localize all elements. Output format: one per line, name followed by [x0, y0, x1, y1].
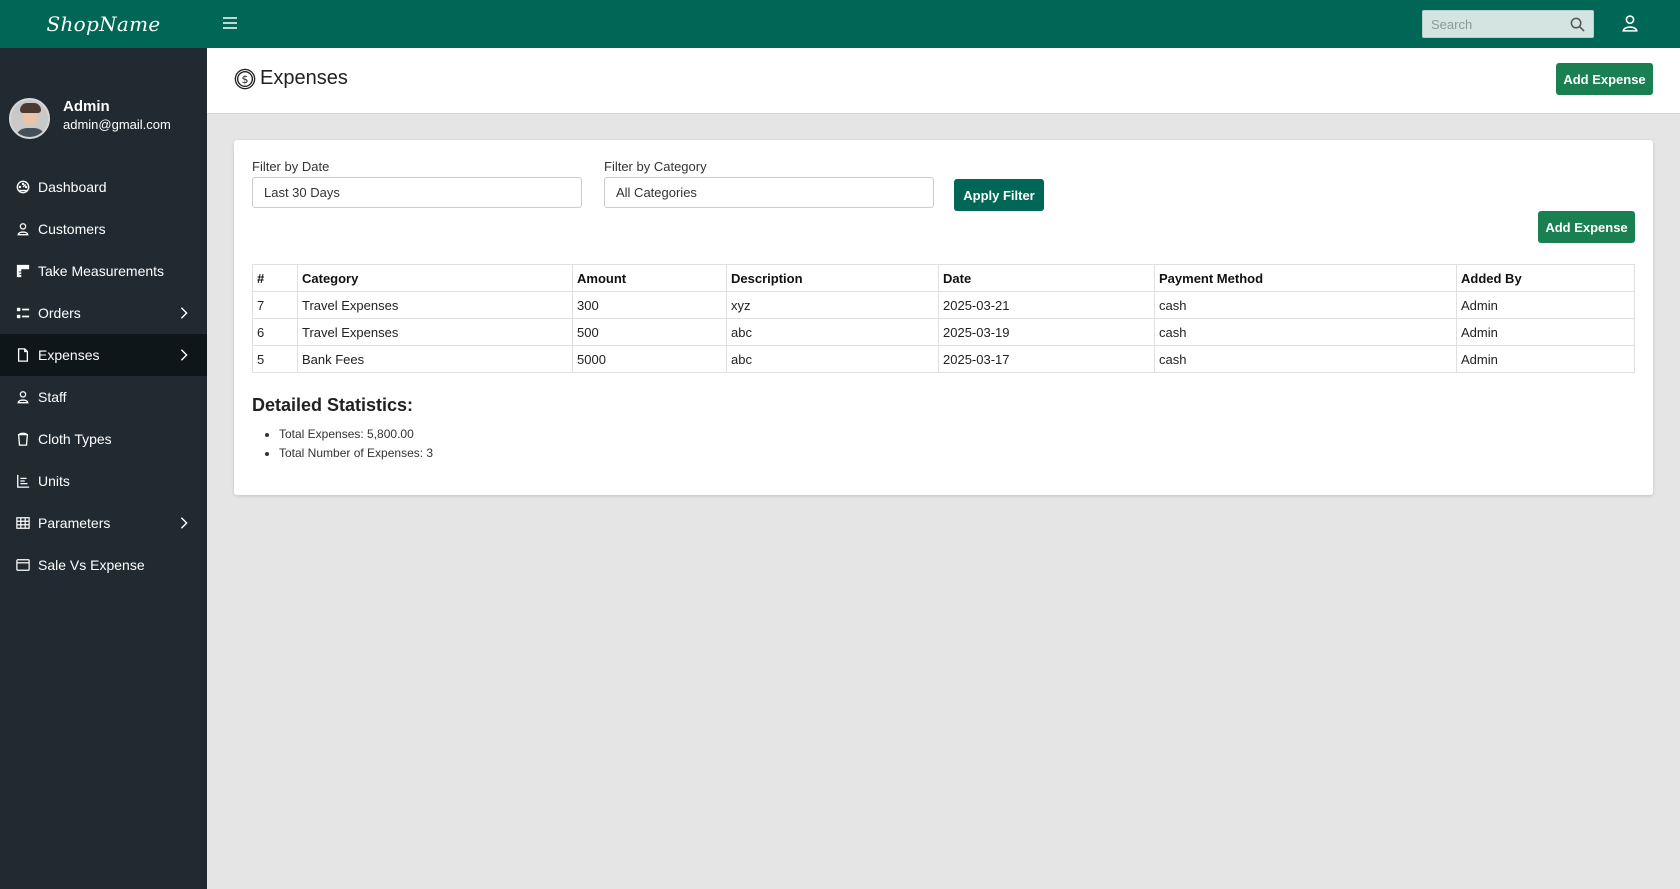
- sidebar-item-units[interactable]: Units: [0, 460, 207, 502]
- topbar: [207, 0, 1680, 48]
- table-cell: cash: [1154, 318, 1457, 346]
- table-cell: xyz: [726, 291, 939, 319]
- profile-name: Admin: [63, 98, 110, 115]
- sidebar-nav: Dashboard Customers Take Measurements Or…: [0, 166, 207, 586]
- hierarchy-icon: [15, 474, 30, 489]
- hamburger-menu-icon[interactable]: [222, 15, 238, 31]
- filter-date-select[interactable]: Last 30 Days: [252, 177, 582, 208]
- header-add-expense-button[interactable]: Add Expense: [1556, 63, 1653, 95]
- table-cell: Admin: [1456, 345, 1635, 373]
- sidebar-item-label: Customers: [38, 221, 106, 237]
- dollar-circle-icon: $: [234, 68, 256, 89]
- sidebar-item-expenses[interactable]: Expenses: [0, 334, 207, 376]
- user-account-icon[interactable]: [1621, 14, 1639, 32]
- search-box: [1422, 10, 1594, 38]
- column-header[interactable]: Category: [297, 264, 573, 292]
- table-cell: 6: [252, 318, 298, 346]
- sidebar-item-label: Expenses: [38, 347, 100, 363]
- table-cell: Bank Fees: [297, 345, 573, 373]
- sidebar-item-sale-vs-expense[interactable]: Sale Vs Expense: [0, 544, 207, 586]
- table-cell: 7: [252, 291, 298, 319]
- search-icon[interactable]: [1570, 17, 1585, 32]
- filter-date-label: Filter by Date: [252, 159, 330, 174]
- filter-category-label: Filter by Category: [604, 159, 707, 174]
- table-row[interactable]: 5 Bank Fees 5000 abc 2025-03-17 cash Adm…: [252, 345, 1635, 373]
- sidebar-item-label: Staff: [38, 389, 67, 405]
- table-cell: abc: [726, 318, 939, 346]
- column-header[interactable]: Payment Method: [1154, 264, 1457, 292]
- apply-filter-button[interactable]: Apply Filter: [954, 179, 1044, 211]
- filter-category-select[interactable]: All Categories: [604, 177, 934, 208]
- column-header[interactable]: Date: [938, 264, 1155, 292]
- statistics-heading: Detailed Statistics:: [252, 395, 414, 415]
- expenses-table: # Category Amount Description Date Payme…: [252, 264, 1635, 373]
- table-cell: Admin: [1456, 318, 1635, 346]
- table-row[interactable]: 6 Travel Expenses 500 abc 2025-03-19 cas…: [252, 318, 1635, 346]
- chevron-right-icon: [180, 349, 188, 361]
- page-header: $ Expenses Add Expense: [207, 48, 1680, 114]
- sidebar-item-label: Sale Vs Expense: [38, 557, 145, 573]
- chevron-right-icon: [180, 517, 188, 529]
- sidebar-item-label: Units: [38, 473, 70, 489]
- page-title: $ Expenses: [234, 67, 348, 90]
- sidebar-item-take-measurements[interactable]: Take Measurements: [0, 250, 207, 292]
- table-cell: Admin: [1456, 291, 1635, 319]
- table-cell: 2025-03-17: [938, 345, 1155, 373]
- table-cell: abc: [726, 345, 939, 373]
- column-header[interactable]: Description: [726, 264, 939, 292]
- dashboard-icon: [15, 180, 30, 195]
- profile-email: admin@gmail.com: [63, 117, 171, 132]
- sidebar-item-label: Cloth Types: [38, 431, 112, 447]
- table-row[interactable]: 7 Travel Expenses 300 xyz 2025-03-21 cas…: [252, 291, 1635, 319]
- sidebar-item-staff[interactable]: Staff: [0, 376, 207, 418]
- statistics-list: Total Expenses: 5,800.00 Total Number of…: [279, 425, 433, 463]
- person-icon: [15, 222, 30, 237]
- ruler-icon: [15, 264, 30, 279]
- add-expense-button[interactable]: Add Expense: [1538, 211, 1635, 243]
- table-icon: [15, 516, 30, 531]
- chevron-right-icon: [180, 307, 188, 319]
- person-icon: [15, 390, 30, 405]
- brand-logo[interactable]: ShopName: [0, 0, 207, 48]
- sidebar-item-dashboard[interactable]: Dashboard: [0, 166, 207, 208]
- sidebar-item-label: Dashboard: [38, 179, 107, 195]
- sidebar-item-label: Parameters: [38, 515, 111, 531]
- sidebar-item-orders[interactable]: Orders: [0, 292, 207, 334]
- column-header[interactable]: Added By: [1456, 264, 1635, 292]
- sidebar-item-customers[interactable]: Customers: [0, 208, 207, 250]
- table-header-row: # Category Amount Description Date Payme…: [252, 264, 1635, 292]
- stat-total-count: Total Number of Expenses: 3: [279, 444, 433, 463]
- document-icon: [15, 348, 30, 363]
- sidebar-item-label: Orders: [38, 305, 81, 321]
- svg-text:$: $: [242, 73, 249, 86]
- avatar: [9, 97, 50, 139]
- brand-name: ShopName: [46, 12, 161, 36]
- search-input[interactable]: [1423, 11, 1558, 37]
- column-header[interactable]: #: [252, 264, 298, 292]
- table-cell: cash: [1154, 345, 1457, 373]
- table-cell: 300: [572, 291, 727, 319]
- sidebar-item-label: Take Measurements: [38, 263, 165, 279]
- table-cell: cash: [1154, 291, 1457, 319]
- table-cell: Travel Expenses: [297, 291, 573, 319]
- expenses-card: Filter by Date Last 30 Days Filter by Ca…: [234, 140, 1653, 495]
- table-cell: 5: [252, 345, 298, 373]
- sidebar: ShopName Admin admin@gmail.com Dashboard…: [0, 0, 207, 889]
- sidebar-item-parameters[interactable]: Parameters: [0, 502, 207, 544]
- user-profile: Admin admin@gmail.com: [0, 48, 207, 166]
- page-title-text: Expenses: [260, 67, 348, 89]
- table-cell: 2025-03-19: [938, 318, 1155, 346]
- table-cell: 5000: [572, 345, 727, 373]
- window-icon: [15, 558, 30, 573]
- list-icon: [15, 306, 30, 321]
- table-cell: 500: [572, 318, 727, 346]
- sidebar-item-cloth-types[interactable]: Cloth Types: [0, 418, 207, 460]
- cup-icon: [15, 432, 30, 447]
- table-cell: 2025-03-21: [938, 291, 1155, 319]
- table-cell: Travel Expenses: [297, 318, 573, 346]
- stat-total-expenses: Total Expenses: 5,800.00: [279, 425, 433, 444]
- column-header[interactable]: Amount: [572, 264, 727, 292]
